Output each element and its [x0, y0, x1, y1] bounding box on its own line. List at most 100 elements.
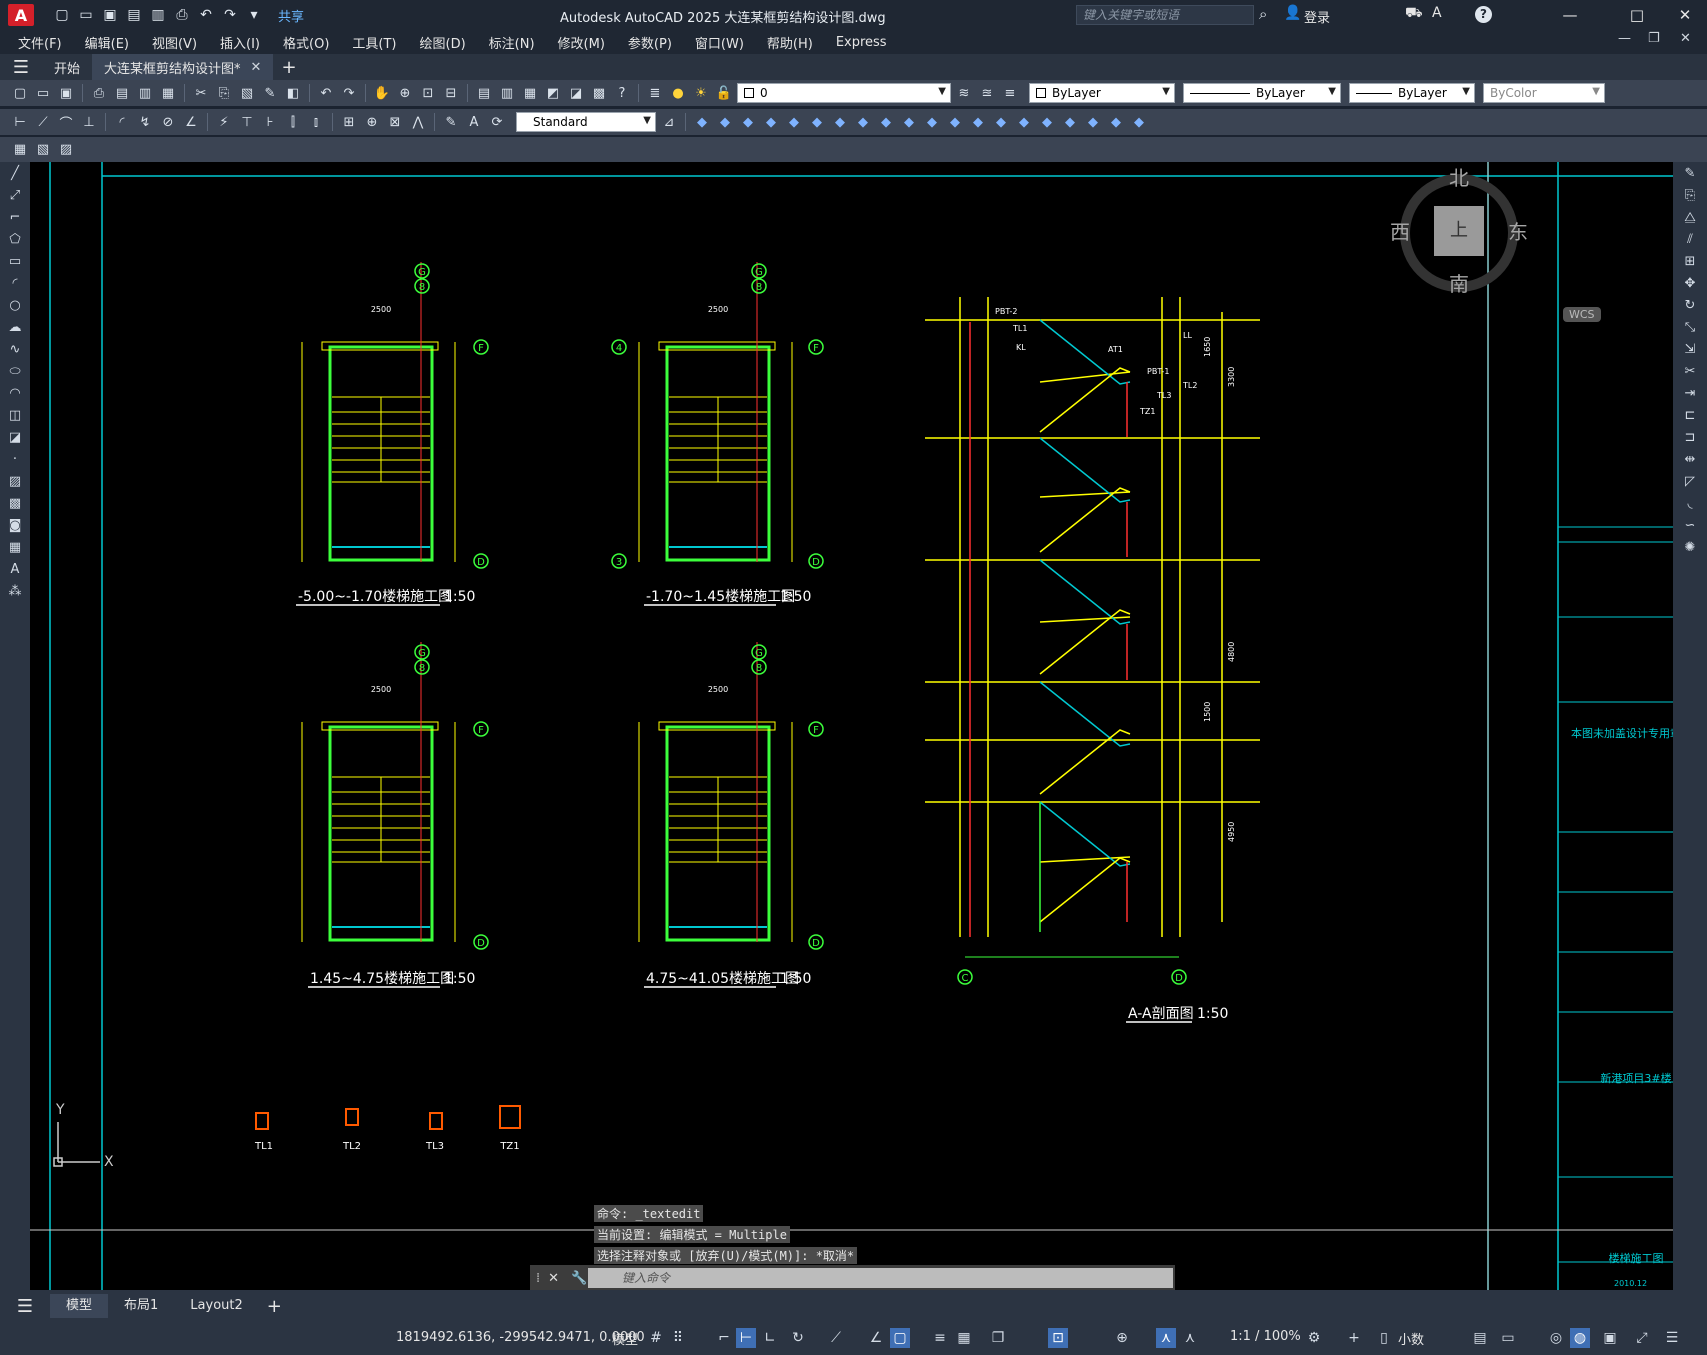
lock-ui-icon[interactable]: ▭: [1498, 1328, 1518, 1348]
break-icon[interactable]: ⊐: [1679, 428, 1701, 448]
undo-icon[interactable]: ↶: [196, 6, 216, 24]
publish-icon[interactable]: ▥: [148, 6, 168, 24]
publish-icon[interactable]: ▥: [135, 83, 155, 103]
menu-dimension[interactable]: 标注(N): [489, 33, 535, 52]
angular-dim-icon[interactable]: ∠: [181, 112, 201, 132]
share-button[interactable]: 共享: [278, 6, 304, 25]
mtext-icon[interactable]: A: [4, 560, 26, 580]
pan-icon[interactable]: ✋: [372, 83, 392, 103]
close-command-line-icon[interactable]: ✕: [548, 1271, 559, 1286]
explode-icon[interactable]: ✺: [1679, 538, 1701, 558]
baseline-dim-icon[interactable]: ⊤: [237, 112, 257, 132]
center-mark-icon[interactable]: ⊕: [362, 112, 382, 132]
union-icon[interactable]: ◆: [922, 112, 942, 132]
layer-dropdown[interactable]: 0 ▼: [737, 83, 951, 103]
object-snap-icon[interactable]: ▢: [890, 1328, 910, 1348]
customize-qat-icon[interactable]: ▾: [244, 6, 264, 24]
trim-icon[interactable]: ✂: [1679, 362, 1701, 382]
coordinates-readout[interactable]: 1819492.6136, -299542.9471, 0.0000: [396, 1330, 645, 1345]
linetype-dropdown[interactable]: ByLayer ▼: [1183, 83, 1341, 103]
viewcube-top-face[interactable]: 上: [1434, 206, 1484, 256]
layer-walk-icon[interactable]: ▧: [33, 140, 53, 160]
arc-length-icon[interactable]: ⌒: [56, 112, 76, 132]
tab-layout2[interactable]: Layout2: [174, 1294, 258, 1318]
redo-icon[interactable]: ↷: [339, 83, 359, 103]
save-icon[interactable]: ▣: [56, 83, 76, 103]
layout-menu-icon[interactable]: ☰: [0, 1296, 50, 1317]
units-dropdown[interactable]: 小数: [1398, 1329, 1424, 1348]
layer-state-icon[interactable]: ≡: [1000, 83, 1020, 103]
menu-help[interactable]: 帮助(H): [767, 33, 813, 52]
model-space-button[interactable]: 模型: [612, 1329, 638, 1348]
autocad-logo-icon[interactable]: A: [8, 4, 34, 26]
zoom-realtime-icon[interactable]: ⊕: [395, 83, 415, 103]
save-as-icon[interactable]: ▤: [124, 6, 144, 24]
clean-icon[interactable]: ◆: [1129, 112, 1149, 132]
cone-icon[interactable]: ◆: [738, 112, 758, 132]
annotation-visibility-icon[interactable]: ⋏: [1156, 1328, 1176, 1348]
design-center-icon[interactable]: ▥: [497, 83, 517, 103]
quick-properties-icon[interactable]: ▤: [1470, 1328, 1490, 1348]
doc-restore-button[interactable]: ❐: [1648, 31, 1660, 46]
file-tabs-menu-icon[interactable]: ☰: [0, 57, 42, 78]
box-icon[interactable]: ◆: [692, 112, 712, 132]
minimize-button[interactable]: —: [1550, 4, 1590, 26]
table-icon[interactable]: ▦: [4, 538, 26, 558]
copy-icon[interactable]: ⎘: [214, 83, 234, 103]
compass-west[interactable]: 西: [1390, 216, 1410, 245]
aligned-dim-icon[interactable]: ⟋: [33, 112, 53, 132]
autodesk-account-icon[interactable]: A: [1432, 5, 1442, 21]
selection-cycling-icon[interactable]: ❐: [988, 1328, 1008, 1348]
gradient-icon[interactable]: ▩: [4, 494, 26, 514]
lineweight-icon[interactable]: ≡: [930, 1328, 950, 1348]
3d-print-icon[interactable]: ▦: [158, 83, 178, 103]
compass-east[interactable]: 东: [1508, 216, 1528, 245]
make-block-icon[interactable]: ◪: [4, 428, 26, 448]
dynamic-ucs-icon[interactable]: ⊕: [1112, 1328, 1132, 1348]
intersect-icon[interactable]: ◆: [968, 112, 988, 132]
properties-icon[interactable]: ▤: [474, 83, 494, 103]
circle-icon[interactable]: ○: [4, 296, 26, 316]
cart-icon[interactable]: ⛟: [1405, 5, 1423, 23]
cylinder-icon[interactable]: ◆: [715, 112, 735, 132]
radius-dim-icon[interactable]: ◜: [112, 112, 132, 132]
compass-north[interactable]: 北: [1449, 162, 1469, 191]
help-icon[interactable]: ?: [1475, 6, 1492, 23]
ellipse-icon[interactable]: ⬭: [4, 362, 26, 382]
construction-line-icon[interactable]: ⤢: [4, 186, 26, 206]
menu-tools[interactable]: 工具(T): [352, 33, 396, 52]
move-icon[interactable]: ✥: [1679, 274, 1701, 294]
wcs-menu[interactable]: WCS: [1563, 307, 1601, 322]
fillet-icon[interactable]: ◟: [1679, 494, 1701, 514]
ellipse-arc-icon[interactable]: ◠: [4, 384, 26, 404]
plotstyle-dropdown[interactable]: ByColor ▼: [1483, 83, 1605, 103]
torus-icon[interactable]: ◆: [807, 112, 827, 132]
sweep-icon[interactable]: ◆: [876, 112, 896, 132]
linear-dim-icon[interactable]: ⊢: [10, 112, 30, 132]
plot-preview-icon[interactable]: ▤: [112, 83, 132, 103]
revision-cloud-icon[interactable]: ☁: [4, 318, 26, 338]
isometric-icon[interactable]: ⟋: [826, 1328, 846, 1348]
new-icon[interactable]: ▢: [10, 83, 30, 103]
open-file-icon[interactable]: ▭: [76, 6, 96, 24]
fullscreen-icon[interactable]: ⤢: [1632, 1328, 1652, 1348]
tab-start[interactable]: 开始: [42, 54, 92, 80]
sphere-icon[interactable]: ◆: [761, 112, 781, 132]
offset-icon[interactable]: ⫽: [1679, 230, 1701, 250]
new-file-icon[interactable]: ▢: [52, 6, 72, 24]
hatch-icon[interactable]: ▨: [4, 472, 26, 492]
wedge-icon[interactable]: ◆: [784, 112, 804, 132]
redo-icon[interactable]: ↷: [220, 6, 240, 24]
scale-icon[interactable]: ⤡: [1679, 318, 1701, 338]
erase-icon[interactable]: ✎: [1679, 164, 1701, 184]
search-input[interactable]: 键入关键字或短语: [1076, 5, 1254, 25]
snap-icon[interactable]: ⠿: [668, 1328, 688, 1348]
add-layout-icon[interactable]: +: [267, 1296, 282, 1317]
color-dropdown[interactable]: ByLayer ▼: [1029, 83, 1175, 103]
maximize-button[interactable]: □: [1617, 4, 1657, 26]
point-icon[interactable]: ·: [4, 450, 26, 470]
dim-text-edit-icon[interactable]: A: [464, 112, 484, 132]
tab-document[interactable]: 大连某框剪结构设计图* ✕: [92, 54, 274, 80]
customize-command-icon[interactable]: 🔧: [571, 1271, 587, 1286]
blend-curves-icon[interactable]: ∽: [1679, 516, 1701, 536]
